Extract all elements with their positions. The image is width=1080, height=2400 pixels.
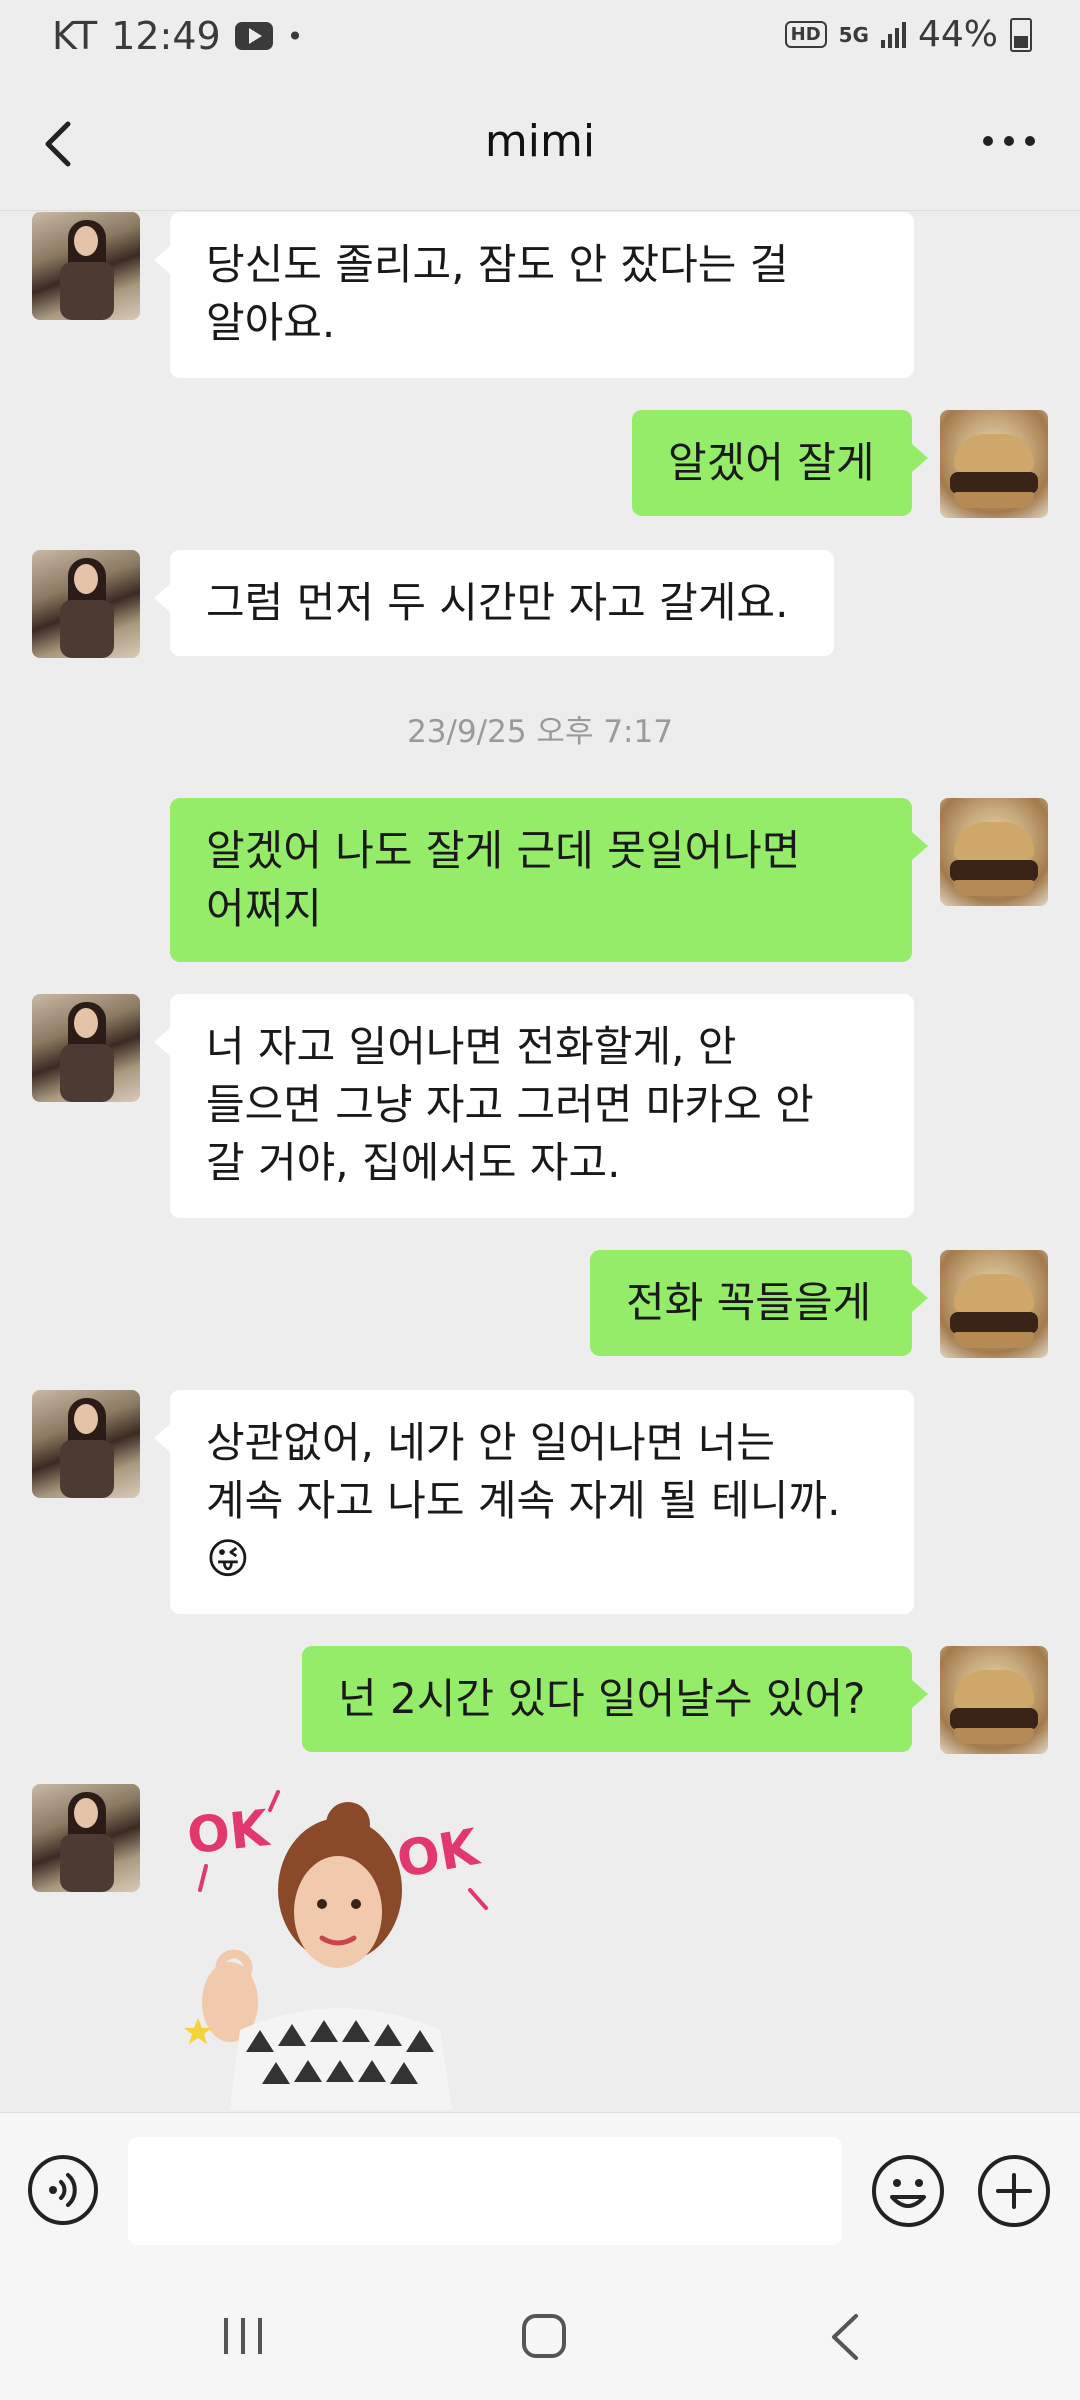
system-navigation-bar — [0, 2268, 1080, 2400]
sticker-ok-text-right: OK — [393, 1818, 485, 1890]
message-input[interactable] — [128, 2137, 842, 2245]
contact-avatar[interactable] — [32, 212, 140, 320]
chat-screen: KT 12:49 • HD 5G 44% mimi 당신도 졸리고, 잠도 안 … — [0, 0, 1080, 2400]
message-text: 갈 거야, 집에서도 자고. — [206, 1138, 621, 1187]
message-bubble-incoming[interactable]: 상관없어, 네가 안 일어나면 너는 계속 자고 나도 계속 자게 될 테니까.… — [154, 1390, 914, 1614]
message-bubble-incoming[interactable]: 그럼 먼저 두 시간만 자고 갈게요. — [154, 550, 834, 656]
ok-sticker[interactable]: OK OK — [170, 1780, 510, 2110]
emoji-icon[interactable] — [870, 2153, 946, 2229]
message-bubble-outgoing[interactable]: 전화 꼭들을게 — [590, 1250, 928, 1356]
timestamp-label: 23/9/25 오후 7:17 — [407, 714, 673, 750]
wink-emoji: 😜 — [206, 1534, 250, 1583]
contact-avatar[interactable] — [32, 1390, 140, 1498]
my-avatar[interactable] — [940, 798, 1048, 906]
message-input-bar — [0, 2112, 1080, 2269]
message-text: 전화 꼭들을게 — [626, 1278, 872, 1327]
svg-text:OK: OK — [393, 1818, 485, 1890]
my-avatar[interactable] — [940, 1646, 1048, 1754]
home-icon[interactable] — [520, 2312, 568, 2360]
contact-avatar[interactable] — [32, 994, 140, 1102]
message-text: 알아요. — [206, 298, 336, 347]
svg-text:OK: OK — [184, 1799, 273, 1865]
status-bar: KT 12:49 • HD 5G 44% — [0, 0, 1080, 76]
nav-back-icon[interactable] — [826, 2312, 866, 2362]
clock: 12:49 — [111, 14, 221, 58]
notification-icon: • — [286, 19, 304, 53]
contact-avatar[interactable] — [32, 550, 140, 658]
message-bubble-incoming[interactable]: 너 자고 일어나면 전화할게, 안 들으면 그냥 자고 그러면 마카오 안 갈 … — [154, 994, 914, 1218]
hd-voice-icon: HD — [784, 21, 827, 48]
status-bar-right: HD 5G 44% — [784, 14, 1032, 55]
voice-icon[interactable] — [26, 2153, 100, 2227]
network-type-icon: 5G — [838, 22, 869, 47]
my-avatar[interactable] — [940, 1250, 1048, 1358]
contact-avatar[interactable] — [32, 1784, 140, 1892]
plus-icon[interactable] — [976, 2153, 1052, 2229]
message-text: 알겠어 나도 잘게 근데 못일어나면 — [206, 826, 801, 875]
message-bubble-outgoing[interactable]: 알겠어 잘게 — [632, 410, 928, 516]
message-text: 어쩌지 — [206, 884, 322, 933]
message-bubble-outgoing[interactable]: 넌 2시간 있다 일어날수 있어? — [302, 1646, 928, 1752]
message-text: 당신도 졸리고, 잠도 안 잤다는 걸 — [206, 240, 789, 289]
my-avatar[interactable] — [940, 410, 1048, 518]
message-text: 넌 2시간 있다 일어날수 있어? — [338, 1674, 866, 1723]
chat-title: mimi — [484, 116, 596, 167]
more-icon[interactable] — [974, 116, 1044, 166]
carrier-label: KT — [52, 14, 98, 58]
message-text: 알겠어 잘게 — [668, 438, 875, 487]
chat-header: mimi — [0, 76, 1080, 211]
recent-apps-icon[interactable] — [220, 2316, 266, 2356]
battery-percent: 44% — [917, 14, 998, 55]
message-text: 그럼 먼저 두 시간만 자고 갈게요. — [206, 578, 789, 627]
message-bubble-incoming[interactable]: 당신도 졸리고, 잠도 안 잤다는 걸 알아요. — [154, 212, 914, 378]
youtube-icon — [234, 22, 273, 50]
message-text: 너 자고 일어나면 전화할게, 안 — [206, 1022, 737, 1071]
signal-icon — [880, 21, 906, 48]
message-bubble-outgoing[interactable]: 알겠어 나도 잘게 근데 못일어나면 어쩌지 — [170, 798, 928, 962]
message-text: 상관없어, 네가 안 일어나면 너는 — [206, 1418, 776, 1467]
message-text: 계속 자고 나도 계속 자게 될 테니까. — [206, 1476, 841, 1525]
battery-icon — [1010, 17, 1032, 52]
status-bar-left: KT 12:49 • — [52, 14, 303, 58]
sticker-ok-text-left: OK — [184, 1799, 273, 1865]
message-text: 들으면 그냥 자고 그러면 마카오 안 — [206, 1080, 814, 1129]
